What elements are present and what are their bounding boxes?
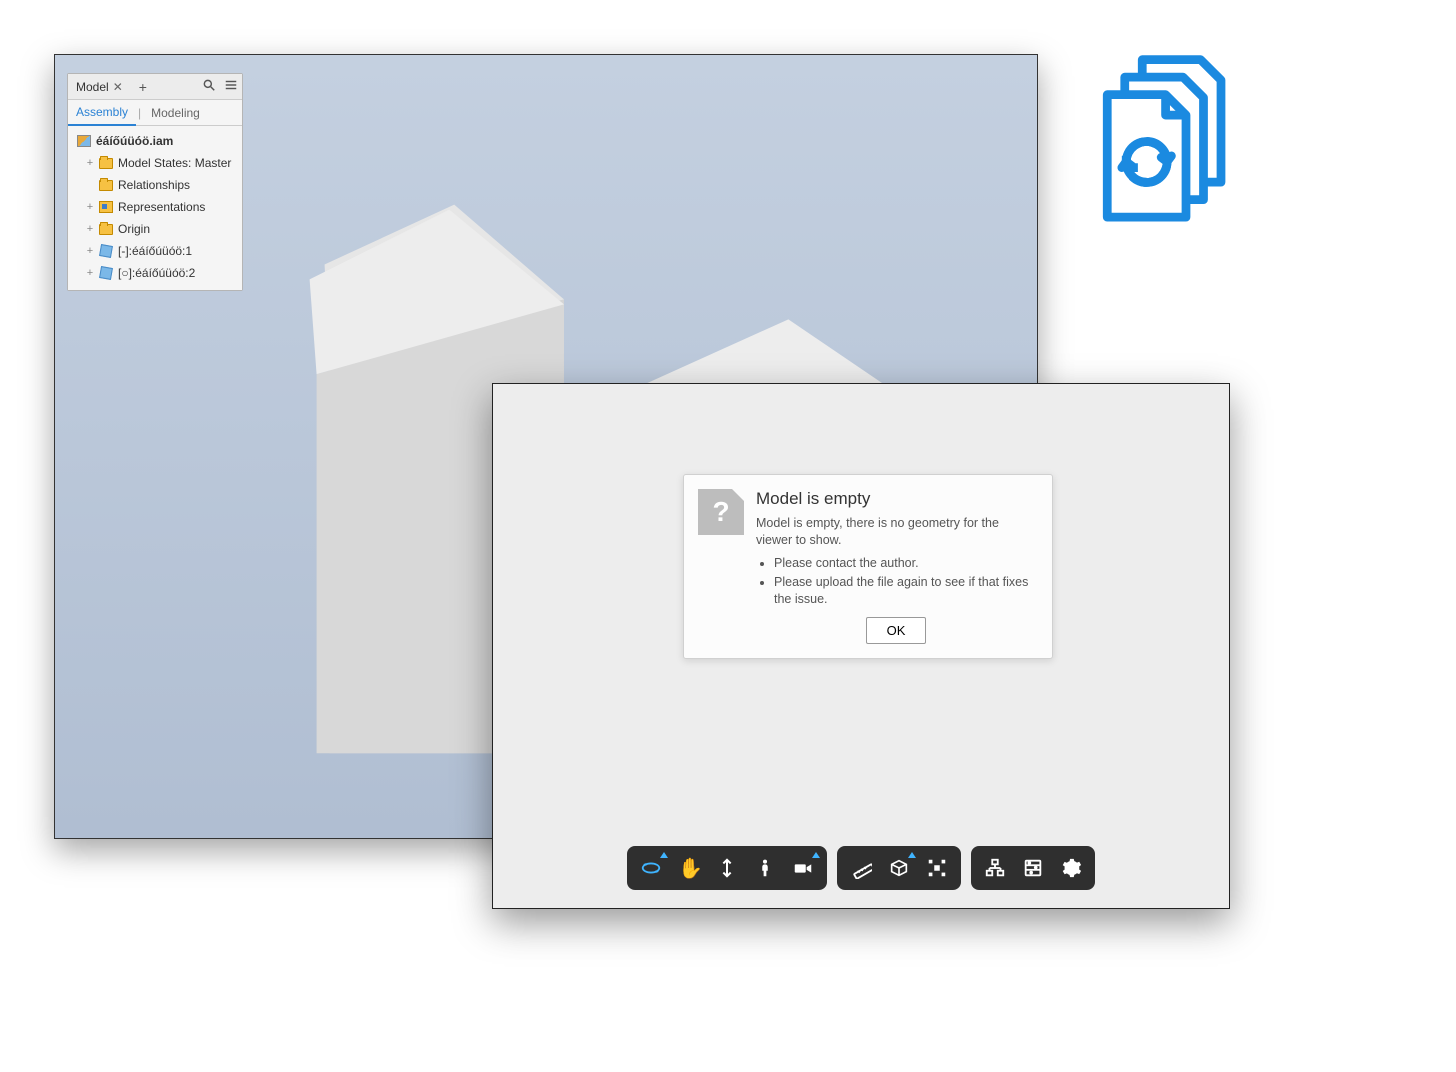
folder-icon [98, 222, 114, 236]
part-icon [98, 266, 114, 280]
measure-button[interactable] [847, 854, 875, 882]
tree-root-label: éáíőúüóö.iam [96, 134, 240, 148]
tree-label: [-]:éáíőúüóö:1 [118, 244, 240, 258]
error-bullet: Please contact the author. [774, 555, 1036, 572]
model-tree: éáíőúüóö.iam + Model States: Master Rela… [68, 126, 242, 290]
panel-tabbar: Model ✕ + [68, 74, 242, 100]
error-message: Model is empty, there is no geometry for… [756, 515, 1036, 549]
viewer-toolbar: ✋ [627, 846, 1095, 890]
model-browser-button[interactable] [981, 854, 1009, 882]
expand-icon[interactable]: + [84, 223, 96, 235]
question-file-icon: ? [698, 489, 744, 535]
close-icon[interactable]: ✕ [113, 74, 123, 100]
representations-icon [98, 200, 114, 214]
toolbar-group-navigation: ✋ [627, 846, 827, 890]
model-browser-panel: Model ✕ + Assembly | Modeling éáíőúüóö.i… [67, 73, 243, 291]
error-bullet: Please upload the file again to see if t… [774, 574, 1036, 608]
tree-item-relationships[interactable]: Relationships [70, 174, 240, 196]
toolbar-group-analyze [837, 846, 961, 890]
orbit-button[interactable] [637, 854, 665, 882]
folder-icon [98, 156, 114, 170]
camera-button[interactable] [789, 854, 817, 882]
tree-item-representations[interactable]: + Representations [70, 196, 240, 218]
expand-icon[interactable]: + [84, 201, 96, 213]
settings-button[interactable] [1057, 854, 1085, 882]
error-dialog: ? Model is empty Model is empty, there i… [683, 474, 1053, 659]
add-tab-button[interactable]: + [131, 79, 155, 95]
error-title: Model is empty [756, 489, 1036, 509]
error-suggestions: Please contact the author. Please upload… [774, 555, 1036, 608]
tree-label: Representations [118, 200, 240, 214]
subtab-modeling[interactable]: Modeling [143, 101, 208, 125]
panel-tab-label: Model [76, 74, 109, 100]
toolbar-group-panels [971, 846, 1095, 890]
assembly-icon [76, 134, 92, 148]
expand-icon[interactable]: + [84, 245, 96, 257]
tree-item-origin[interactable]: + Origin [70, 218, 240, 240]
forge-viewer-window: ? Model is empty Model is empty, there i… [492, 383, 1230, 909]
ok-button[interactable]: OK [866, 617, 927, 644]
tree-label: [○]:éáíőúüóö:2 [118, 266, 240, 280]
properties-button[interactable] [1019, 854, 1047, 882]
panel-tab-model[interactable]: Model ✕ [68, 74, 131, 100]
tree-item-part-2[interactable]: + [○]:éáíőúüóö:2 [70, 262, 240, 284]
subtab-assembly[interactable]: Assembly [68, 100, 136, 126]
expand-icon[interactable]: + [84, 157, 96, 169]
expand-icon[interactable]: + [84, 267, 96, 279]
subtab-separator: | [136, 106, 143, 120]
tree-item-part-1[interactable]: + [-]:éáíőúüóö:1 [70, 240, 240, 262]
tree-label: Origin [118, 222, 240, 236]
first-person-button[interactable] [751, 854, 779, 882]
sync-documents-icon [1081, 48, 1256, 223]
menu-icon[interactable] [220, 78, 242, 95]
folder-icon [98, 178, 114, 192]
part-icon [98, 244, 114, 258]
pan-button[interactable]: ✋ [675, 854, 703, 882]
zoom-button[interactable] [713, 854, 741, 882]
tree-item-model-states[interactable]: + Model States: Master [70, 152, 240, 174]
panel-subtabs: Assembly | Modeling [68, 100, 242, 126]
search-icon[interactable] [198, 78, 220, 95]
tree-label: Model States: Master [118, 156, 240, 170]
section-button[interactable] [885, 854, 913, 882]
tree-label: Relationships [118, 178, 240, 192]
explode-button[interactable] [923, 854, 951, 882]
tree-root[interactable]: éáíőúüóö.iam [70, 130, 240, 152]
